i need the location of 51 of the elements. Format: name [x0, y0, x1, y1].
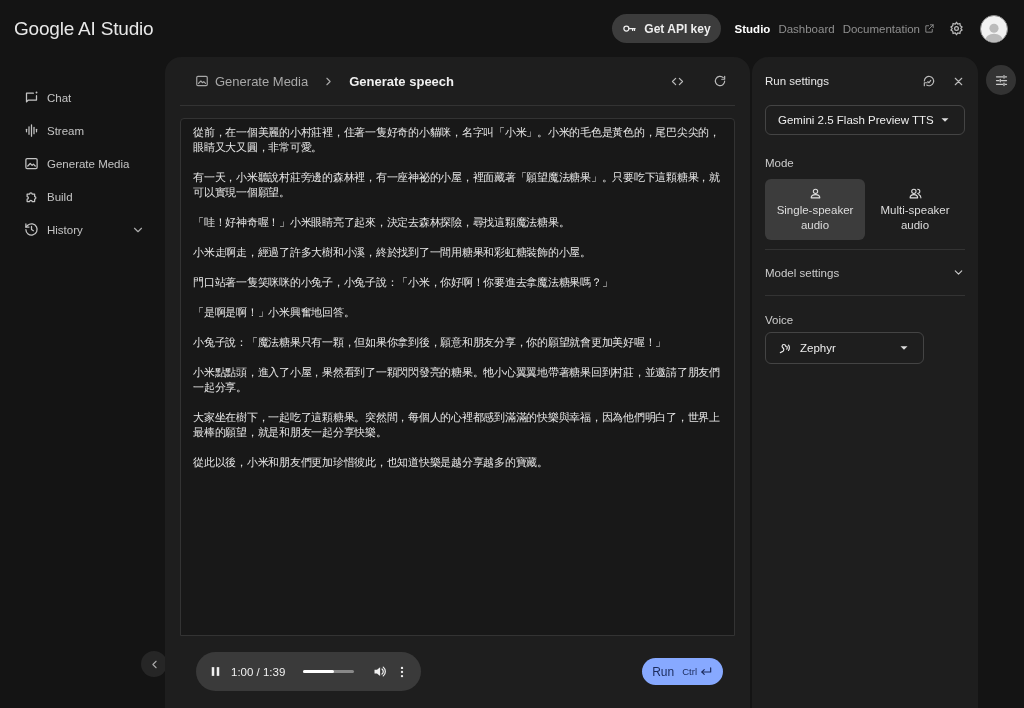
- model-settings-accordion[interactable]: Model settings: [765, 249, 965, 296]
- nav-link[interactable]: Studio: [734, 22, 771, 35]
- nav-link[interactable]: Dashboard: [778, 22, 835, 35]
- avatar-icon[interactable]: [980, 14, 1008, 43]
- tune-settings-button[interactable]: [986, 65, 1016, 95]
- mode-option[interactable]: Single-speaker audio: [765, 179, 865, 240]
- model-dropdown[interactable]: Gemini 2.5 Flash Preview TTS: [765, 105, 965, 135]
- section-label: Mode: [765, 157, 795, 169]
- voice-icon: [778, 341, 792, 355]
- people-icon: [908, 186, 922, 200]
- sidebar-item[interactable]: Build: [24, 180, 145, 213]
- run-button[interactable]: Run Ctrl: [642, 658, 723, 685]
- story-paragraph: 門口站著一隻笑咪咪的小兔子，小兔子說：「小米，你好啊！你要進去拿魔法糖果嗎？」: [193, 275, 614, 290]
- mode-option[interactable]: Multi-speaker audio: [865, 179, 965, 240]
- settings-icon[interactable]: [949, 21, 964, 36]
- story-paragraph: 「是啊是啊！」小米興奮地回答。: [193, 305, 356, 320]
- sidebar-item[interactable]: History: [24, 213, 145, 246]
- refresh-icon[interactable]: [713, 74, 727, 88]
- section-label: Voice: [765, 314, 795, 326]
- story-paragraph: 大家坐在樹下，一起吃了這顆糖果。突然間，每個人的心裡都感到滿滿的快樂與幸福，因為他們明白了，世界上最棒的願望，就是和朋友一起分享快樂。: [193, 410, 721, 440]
- waveform-icon: [24, 123, 39, 138]
- story-paragraph: 小兔子說：「魔法糖果只有一顆，但如果你拿到後，願意和朋友分享，你的願望就會更加美好喔！」: [193, 335, 667, 350]
- voice-dropdown[interactable]: Zephyr: [765, 332, 924, 364]
- sidebar-item[interactable]: Generate Media: [24, 147, 145, 180]
- image-icon: [195, 74, 209, 88]
- sidebar-item[interactable]: Stream: [24, 114, 145, 147]
- person-icon: [808, 186, 822, 200]
- story-paragraph: 從此以後，小米和朋友們更加珍惜彼此，也知道快樂是越分享越多的寶藏。: [193, 455, 549, 470]
- collapse-sidebar-button[interactable]: [141, 651, 167, 677]
- progress-slider[interactable]: [303, 670, 334, 673]
- story-paragraph: 「哇！好神奇喔！」小米眼睛亮了起來，決定去森林探險，尋找這顆魔法糖果。: [193, 215, 571, 230]
- story-paragraph: 從前，在一個美麗的小村莊裡，住著一隻好奇的小貓咪，名字叫「小米」。小米的毛色是黃色的，尾巴尖尖的，眼睛又大又圓，非常可愛。: [193, 125, 721, 155]
- panel-title: Run settings: [765, 75, 830, 87]
- sliders-icon: [993, 72, 1009, 88]
- page-title: Generate speech: [349, 73, 455, 89]
- volume-icon[interactable]: [372, 664, 387, 679]
- puzzle-icon: [24, 189, 39, 204]
- story-paragraph: 小米點點頭，進入了小屋，果然看到了一顆閃閃發亮的糖果。牠小心翼翼地帶著糖果回到村莊，並邀請了朋友們一起分享。: [193, 365, 721, 395]
- prompt-text-area[interactable]: [180, 118, 735, 636]
- story-paragraph: 小米走啊走，經過了許多大樹和小溪，終於找到了一間用糖果和彩虹糖裝飾的小屋。: [193, 245, 592, 260]
- reset-icon[interactable]: [922, 74, 936, 88]
- image-icon: [24, 156, 39, 171]
- playback-time: 1:00 / 1:39: [231, 665, 286, 678]
- app-logo[interactable]: Google AI Studio: [14, 17, 613, 40]
- history-icon: [24, 222, 39, 237]
- chat-bubble-icon: [24, 90, 39, 105]
- nav-link[interactable]: Documentation: [842, 22, 935, 35]
- sidebar-item[interactable]: Chat: [24, 81, 145, 114]
- get-api-key-button[interactable]: Get API key: [612, 14, 721, 43]
- breadcrumb-link[interactable]: Generate Media: [195, 73, 309, 89]
- story-paragraph: 有一天，小米聽說村莊旁邊的森林裡，有一座神祕的小屋，裡面藏著「願望魔法糖果」。只要吃下這顆糖果，就可以實現一個願望。: [193, 170, 721, 200]
